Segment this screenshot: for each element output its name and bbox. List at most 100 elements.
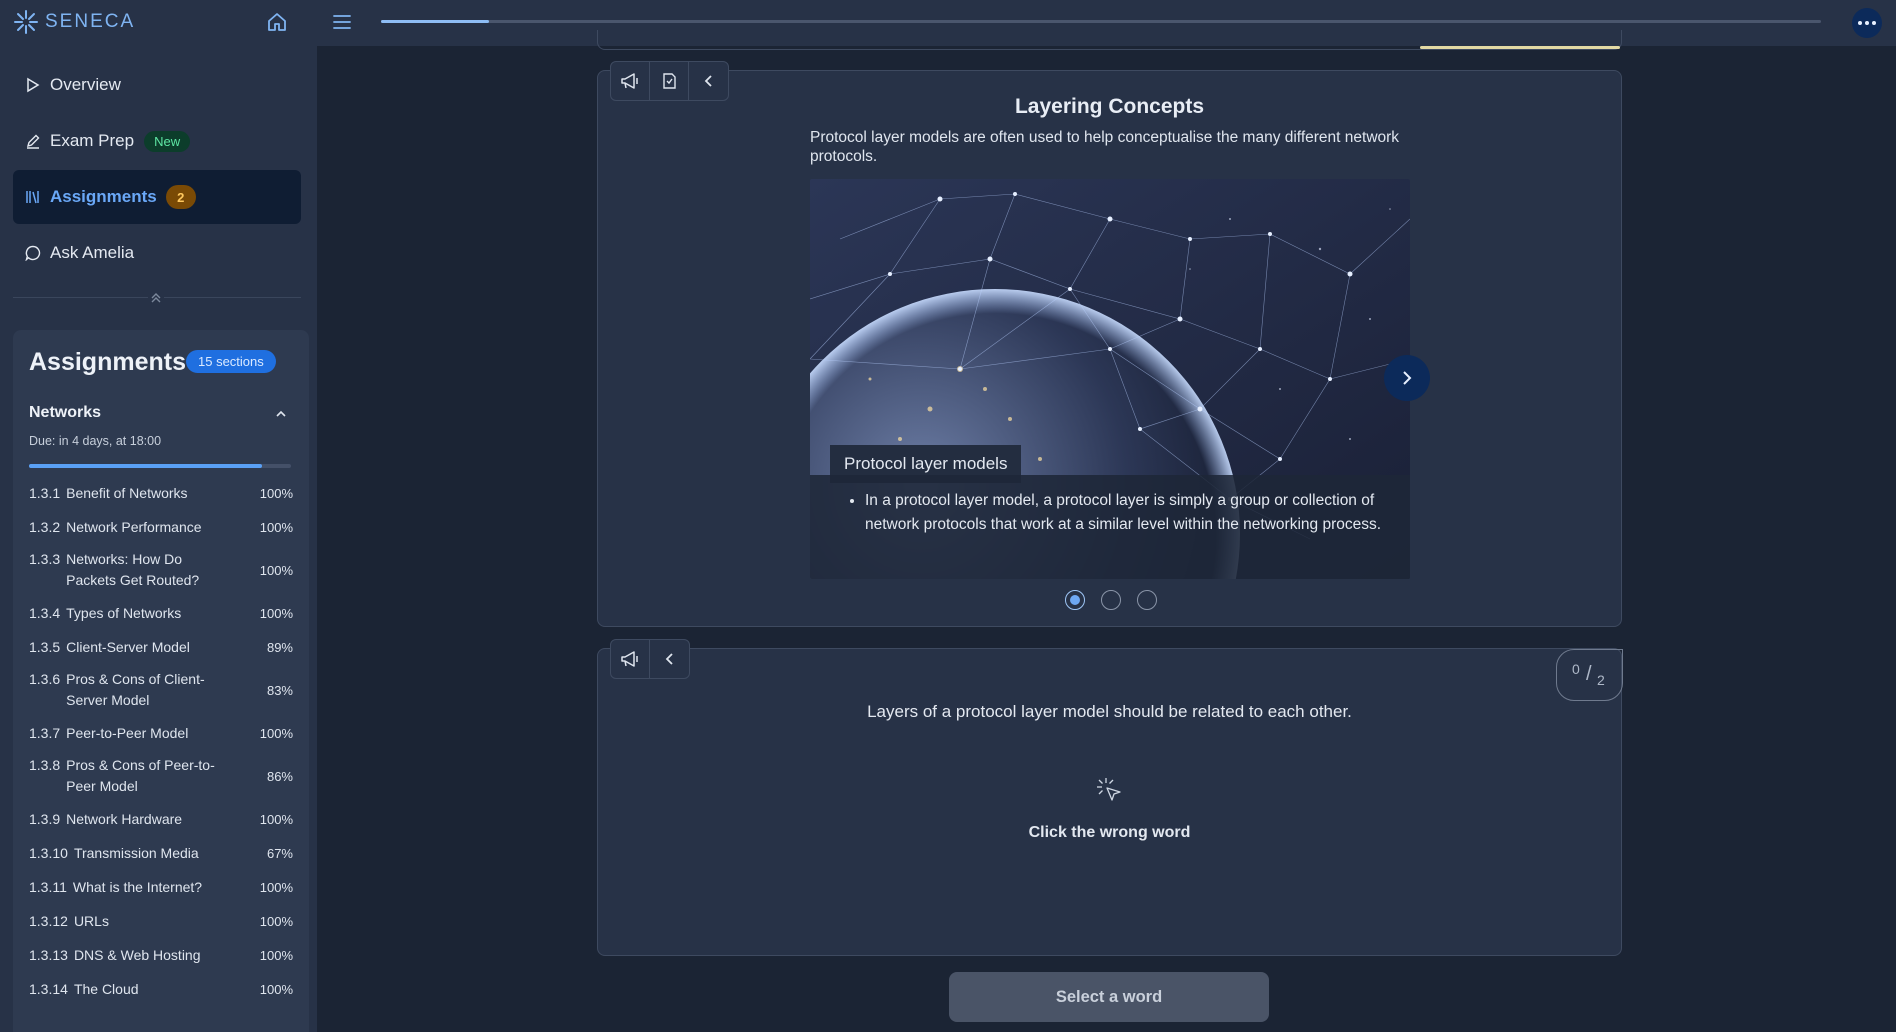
section-title: URLs <box>73 912 109 929</box>
section-row[interactable]: 1.3.12 URLs 100% <box>29 904 293 938</box>
section-row[interactable]: 1.3.5 Client-Server Model 89% <box>29 630 293 664</box>
brand-name: SENECA <box>45 11 136 32</box>
megaphone-icon <box>621 73 638 89</box>
section-number: 1.3.13 <box>29 946 68 963</box>
section-percent: 83% <box>266 682 293 698</box>
section-label: 1.3.14 The Cloud <box>29 979 139 1000</box>
assignments-count-badge: 2 <box>165 185 196 209</box>
next-slide-button[interactable] <box>1384 355 1430 401</box>
section-row[interactable]: 1.3.3 Networks: How Do Packets Get Routed… <box>29 544 293 596</box>
section-row[interactable]: 1.3.14 The Cloud 100% <box>29 972 293 1006</box>
pointer-click-icon <box>1097 778 1121 801</box>
section-row[interactable]: 1.3.13 DNS & Web Hosting 100% <box>29 938 293 972</box>
nav-ask-amelia-label: Ask Amelia <box>50 243 135 262</box>
collapse-up-icon[interactable] <box>148 289 164 305</box>
more-options-button[interactable] <box>1852 8 1882 38</box>
nav-assignments[interactable]: Assignments 2 <box>13 170 301 224</box>
nav-overview-label: Overview <box>50 75 121 94</box>
section-label: 1.3.8 Pros & Cons of Peer-to-Peer Model <box>29 755 226 797</box>
score-total: 2 <box>1597 672 1605 688</box>
section-number: 1.3.11 <box>29 878 67 895</box>
sections-count-badge: 15 sections <box>186 350 276 373</box>
megaphone-icon <box>621 651 638 667</box>
books-icon <box>26 191 39 204</box>
concept-title: Layering Concepts <box>1014 95 1205 118</box>
section-label: 1.3.2 Network Performance <box>29 517 202 538</box>
chevron-left-icon <box>665 653 673 665</box>
section-label: 1.3.11 What is the Internet? <box>29 877 202 898</box>
section-title: Pros & Cons of Peer-to-Peer Model <box>66 757 215 794</box>
quiz-toolbar <box>610 639 690 679</box>
previous-card-edge <box>597 30 1622 50</box>
quiz-instruction: Click the wrong word <box>1028 824 1191 841</box>
section-percent: 100% <box>259 981 293 997</box>
section-number: 1.3.6 <box>29 671 61 687</box>
section-title: Types of Networks <box>66 604 182 621</box>
section-label: 1.3.9 Network Hardware <box>29 809 182 830</box>
topic-title: Networks <box>29 404 102 421</box>
section-number: 1.3.4 <box>29 604 61 621</box>
section-number: 1.3.12 <box>29 912 68 929</box>
seneca-logo[interactable]: SENECA <box>13 8 135 36</box>
section-number: 1.3.5 <box>29 638 61 655</box>
section-label: 1.3.7 Peer-to-Peer Model <box>29 723 188 744</box>
section-number: 1.3.1 <box>29 484 61 501</box>
quiz-read-aloud-button[interactable] <box>611 640 650 678</box>
home-icon[interactable] <box>265 10 289 34</box>
section-number: 1.3.3 <box>29 551 61 567</box>
section-row[interactable]: 1.3.2 Network Performance 100% <box>29 510 293 544</box>
section-number: 1.3.14 <box>29 980 68 997</box>
slide-dot[interactable] <box>1065 590 1085 610</box>
chevron-up-icon[interactable] <box>273 406 289 422</box>
section-title: The Cloud <box>73 980 139 997</box>
card-flip-icon <box>663 73 676 89</box>
quiz-back-button[interactable] <box>650 640 689 678</box>
section-row[interactable]: 1.3.1 Benefit of Networks 100% <box>29 476 293 510</box>
nav-overview[interactable]: Overview <box>13 58 301 112</box>
section-percent: 89% <box>266 639 293 655</box>
section-title: Peer-to-Peer Model <box>66 724 189 741</box>
seneca-logo-icon <box>14 10 38 34</box>
section-percent: 100% <box>259 947 293 963</box>
pencil-icon <box>26 134 40 149</box>
section-percent: 67% <box>266 845 293 861</box>
section-row[interactable]: 1.3.6 Pros & Cons of Client-Server Model 8… <box>29 664 293 716</box>
section-row[interactable]: 1.3.9 Network Hardware 100% <box>29 802 293 836</box>
section-number: 1.3.9 <box>29 810 61 827</box>
concept-intro: Protocol layer models are often used to … <box>810 129 1400 165</box>
section-row[interactable]: 1.3.10 Transmission Media 67% <box>29 836 293 870</box>
topic-progress-bar <box>29 464 291 468</box>
slide-dot[interactable] <box>1101 590 1121 610</box>
quiz-card: 0 / 2 Layers of a protocol layer model s… <box>597 639 1623 956</box>
section-percent: 100% <box>259 519 293 535</box>
section-row[interactable]: 1.3.4 Types of Networks 100% <box>29 596 293 630</box>
play-icon <box>27 77 40 93</box>
select-word-button[interactable]: Select a word <box>949 972 1269 1022</box>
assignments-title: Assignments <box>29 348 186 376</box>
section-label: 1.3.13 DNS & Web Hosting <box>29 945 201 966</box>
section-row[interactable]: 1.3.7 Peer-to-Peer Model 100% <box>29 716 293 750</box>
concept-card: Layering Concepts Protocol layer models … <box>597 61 1622 627</box>
previous-card-highlight <box>1420 46 1620 49</box>
nav-exam-prep[interactable]: Exam Prep New <box>13 114 301 168</box>
nav-assignments-label: Assignments <box>50 187 157 206</box>
menu-icon[interactable] <box>332 13 352 31</box>
section-percent: 100% <box>259 605 293 621</box>
section-label: 1.3.5 Client-Server Model <box>29 637 190 658</box>
section-row[interactable]: 1.3.11 What is the Internet? 100% <box>29 870 293 904</box>
section-title: DNS & Web Hosting <box>73 946 201 963</box>
section-title: Benefit of Networks <box>66 484 188 501</box>
new-badge: New <box>144 130 191 152</box>
section-percent: 100% <box>259 725 293 741</box>
section-title: Client-Server Model <box>66 638 190 655</box>
quiz-statement[interactable]: Layers of a protocol layer model should … <box>598 702 1621 722</box>
section-title: What is the Internet? <box>72 878 203 895</box>
slide-dot[interactable] <box>1137 590 1157 610</box>
section-label: 1.3.12 URLs <box>29 911 109 932</box>
nav-exam-prep-label: Exam Prep <box>50 131 135 150</box>
section-percent: 86% <box>266 768 293 784</box>
nav-ask-amelia[interactable]: Ask Amelia <box>13 226 301 280</box>
lesson-progress-bar <box>381 20 1821 23</box>
section-row[interactable]: 1.3.8 Pros & Cons of Peer-to-Peer Model 86… <box>29 750 293 802</box>
score-value: 0 <box>1572 661 1580 677</box>
